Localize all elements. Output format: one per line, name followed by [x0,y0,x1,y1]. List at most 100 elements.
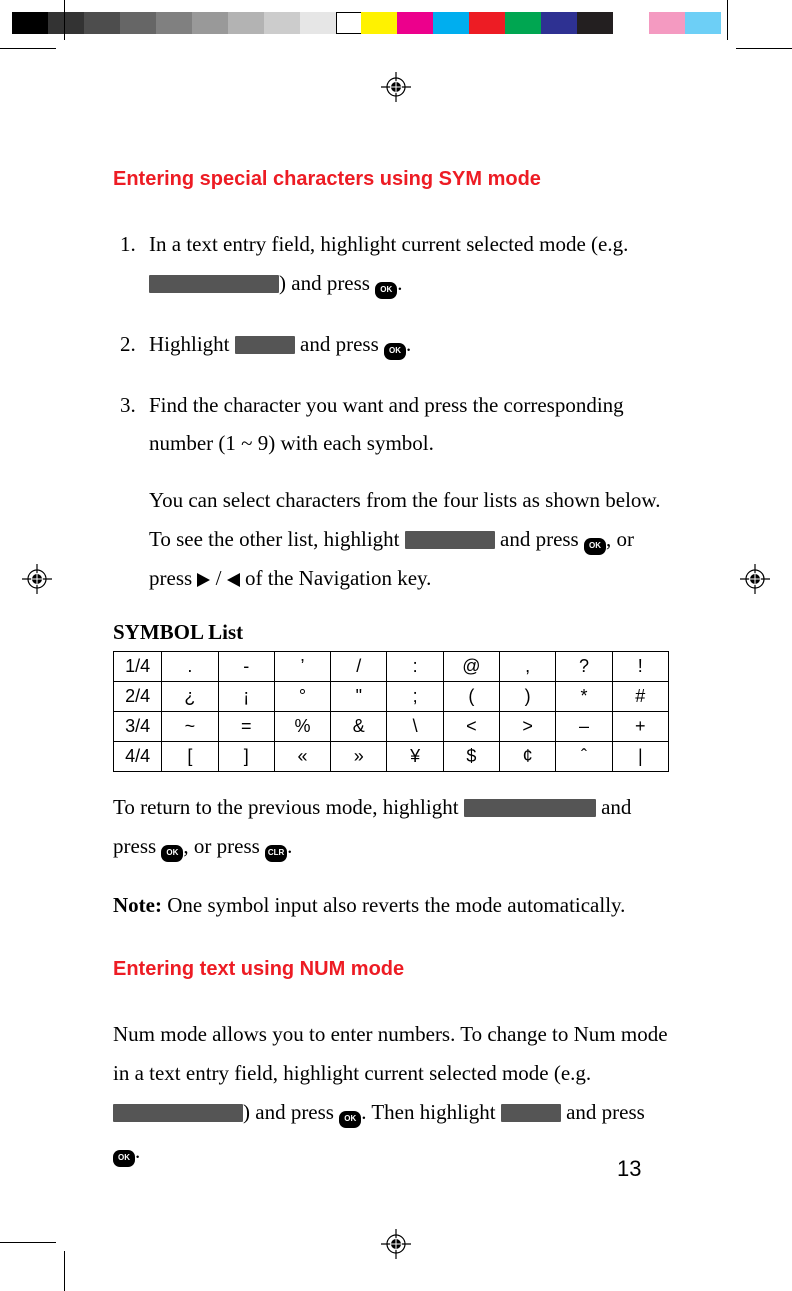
text: . [135,1139,140,1163]
step-text: and press [495,527,584,551]
symbol-cell: – [556,711,612,741]
ok-button-icon: OK [384,343,406,360]
text: To return to the previous mode, highligh… [113,795,464,819]
symbol-cell: » [331,741,387,771]
text: Num mode allows you to enter numbers. To… [113,1022,668,1085]
step-text: Highlight [149,332,235,356]
crop-mark [727,0,728,40]
symbol-cell: \ [387,711,443,741]
text: and press [561,1100,645,1124]
row-label: 1/4 [114,651,162,681]
ok-button-icon: OK [113,1150,135,1167]
row-label: 4/4 [114,741,162,771]
symbol-cell: | [612,741,668,771]
symbol-cell: ] [218,741,274,771]
section-heading-num: Entering text using NUM mode [113,958,669,981]
mode-indicator-icon [113,1104,243,1122]
symbol-cell: ( [443,681,499,711]
symbol-cell: ’ [274,651,330,681]
symbol-cell: < [443,711,499,741]
symbol-cell: ° [274,681,330,711]
mode-indicator-icon [149,275,279,293]
text: ) and press [243,1100,339,1124]
symbol-cell: = [218,711,274,741]
table-row: 2/4¿¡°";()*# [114,681,669,711]
symbol-cell: ~ [162,711,218,741]
symbol-cell: , [500,651,556,681]
symbol-cell: ¥ [387,741,443,771]
symbol-cell: " [331,681,387,711]
symbol-cell: ¢ [500,741,556,771]
symbol-cell: / [331,651,387,681]
step-text: Find the character you want and press th… [149,386,669,464]
ok-button-icon: OK [375,282,397,299]
previous-mode-option-icon [464,799,596,817]
symbol-cell: ) [500,681,556,711]
symbol-table: 1/4.-’/:@,?!2/4¿¡°";()*#3/4~=%&\<>–+4/4[… [113,651,669,772]
step-text: . [406,332,411,356]
cmyk-colorbar [361,12,721,34]
row-label: 3/4 [114,711,162,741]
symbol-cell: @ [443,651,499,681]
section-heading-sym: Entering special characters using SYM mo… [113,168,669,191]
step-text: . [397,271,402,295]
symbol-cell: > [500,711,556,741]
step-text: and press [295,332,384,356]
table-row: 4/4[]«»¥$¢ˆ| [114,741,669,771]
ok-button-icon: OK [584,538,606,555]
symbol-cell: ? [556,651,612,681]
symbol-list-heading: SYMBOL List [113,620,669,645]
note-label: Note: [113,893,162,917]
note: Note: One symbol input also reverts the … [113,893,669,918]
return-instruction: To return to the previous mode, highligh… [113,788,669,866]
sym-option-icon [235,336,295,354]
clr-button-icon: CLR [265,845,287,862]
table-row: 1/4.-’/:@,?! [114,651,669,681]
num-option-icon [501,1104,561,1122]
symbol-cell: # [612,681,668,711]
step-text: ) and press [279,271,375,295]
row-label: 2/4 [114,681,162,711]
text: . Then highlight [361,1100,501,1124]
page-number: 13 [617,1156,641,1182]
text: , or press [183,834,265,858]
step-text: / [210,566,226,590]
symbol-cell: & [331,711,387,741]
symbol-cell: ¡ [218,681,274,711]
step-text: In a text entry field, highlight current… [149,232,628,256]
step-2: Highlight and press OK. [141,325,669,364]
step-text: of the Navigation key. [240,566,432,590]
symbol-cell: ˆ [556,741,612,771]
symbol-cell: $ [443,741,499,771]
steps-list: In a text entry field, highlight current… [113,225,669,598]
step-1: In a text entry field, highlight current… [141,225,669,303]
next-page-option-icon [405,531,495,549]
register-mark-icon [381,72,411,102]
ok-button-icon: OK [161,845,183,862]
crop-mark [64,1251,65,1291]
text: . [287,834,292,858]
symbol-cell: ; [387,681,443,711]
page-content: Entering special characters using SYM mo… [113,168,669,1171]
register-mark-icon [22,564,52,594]
nav-left-icon [227,573,240,587]
symbol-cell: ! [612,651,668,681]
register-mark-icon [381,1229,411,1259]
crop-mark [736,48,792,49]
symbol-cell: - [218,651,274,681]
symbol-cell: : [387,651,443,681]
register-mark-icon [740,564,770,594]
table-row: 3/4~=%&\<>–+ [114,711,669,741]
note-text: One symbol input also reverts the mode a… [162,893,625,917]
symbol-cell: « [274,741,330,771]
crop-mark [64,0,65,40]
ok-button-icon: OK [339,1111,361,1128]
symbol-cell: * [556,681,612,711]
nav-right-icon [197,573,210,587]
crop-mark [0,1242,56,1243]
symbol-cell: [ [162,741,218,771]
grayscale-colorbar [12,12,372,34]
num-mode-instruction: Num mode allows you to enter numbers. To… [113,1015,669,1170]
symbol-cell: . [162,651,218,681]
step-3: Find the character you want and press th… [141,386,669,598]
